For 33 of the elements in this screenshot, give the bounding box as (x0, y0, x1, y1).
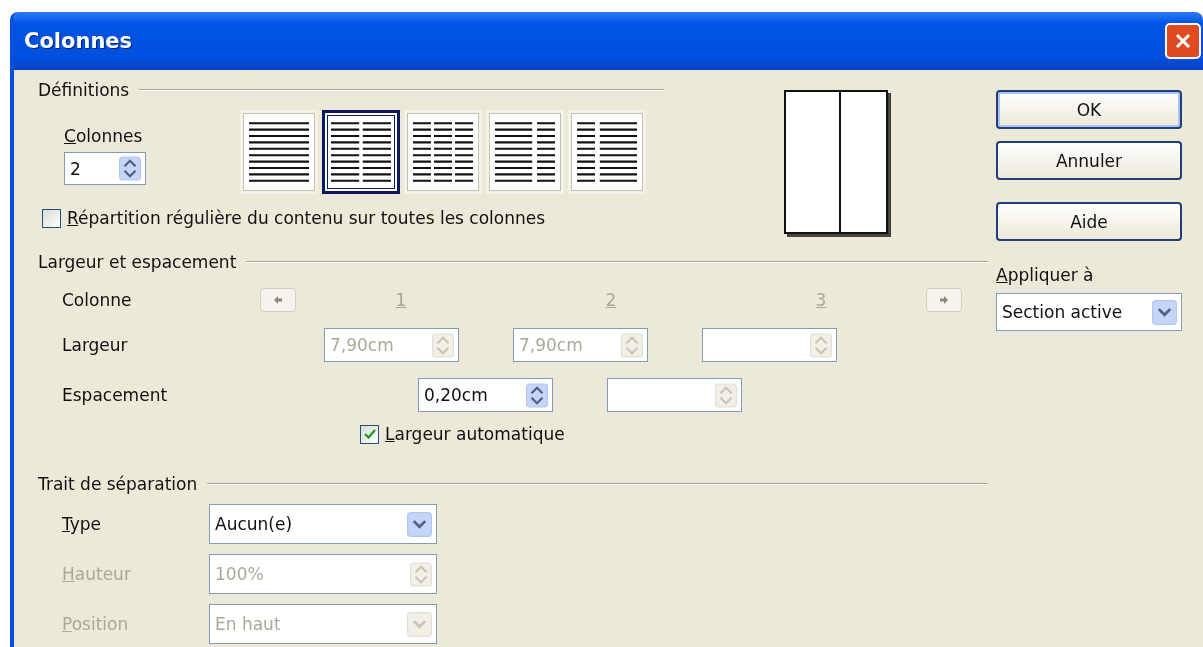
close-button[interactable] (1165, 23, 1201, 59)
spin-arrows-icon[interactable] (526, 382, 548, 408)
close-icon (1173, 31, 1193, 51)
left-arrow-icon (272, 294, 284, 306)
dropdown-field[interactable]: Aucun(e) (209, 504, 437, 544)
columns-spin-field[interactable]: 2 (64, 152, 146, 185)
checkbox[interactable] (42, 208, 61, 228)
dialog-button[interactable]: Annuler (996, 141, 1182, 180)
spacing-label: Espacement (62, 385, 169, 405)
columns-label: Colonnes (64, 126, 144, 146)
column-number: 2 (605, 290, 617, 310)
window-title: Colonnes (24, 29, 133, 53)
apply-to-dropdown[interactable]: Section active (996, 293, 1182, 331)
apply-to-label: Appliquer à (996, 265, 1095, 285)
spacing-spin-field[interactable]: 0,20cm (418, 378, 553, 412)
column-number: 1 (395, 290, 407, 310)
dialog-button[interactable]: Aide (996, 202, 1182, 241)
group-title: Trait de séparation (38, 474, 198, 494)
dialog-button[interactable]: OK (996, 90, 1182, 129)
width-label: Largeur (62, 335, 129, 355)
column-label: Colonne (62, 290, 133, 310)
checkbox[interactable] (360, 424, 379, 444)
group-title: Définitions (38, 80, 130, 100)
right-arrow-icon (938, 294, 950, 306)
even-distribution-label: Répartition régulière du contenu sur toutes les colonnes (67, 208, 546, 228)
group-title: Largeur et espacement (38, 252, 237, 272)
field-label: Type (62, 514, 103, 534)
column-number: 3 (815, 290, 827, 310)
column-layout-option[interactable] (322, 110, 400, 194)
auto-width-label: Largeur automatique (385, 424, 565, 444)
spin-arrows-icon[interactable] (119, 156, 141, 181)
field-label: Hauteur (62, 564, 132, 584)
field-label: Position (62, 614, 130, 634)
